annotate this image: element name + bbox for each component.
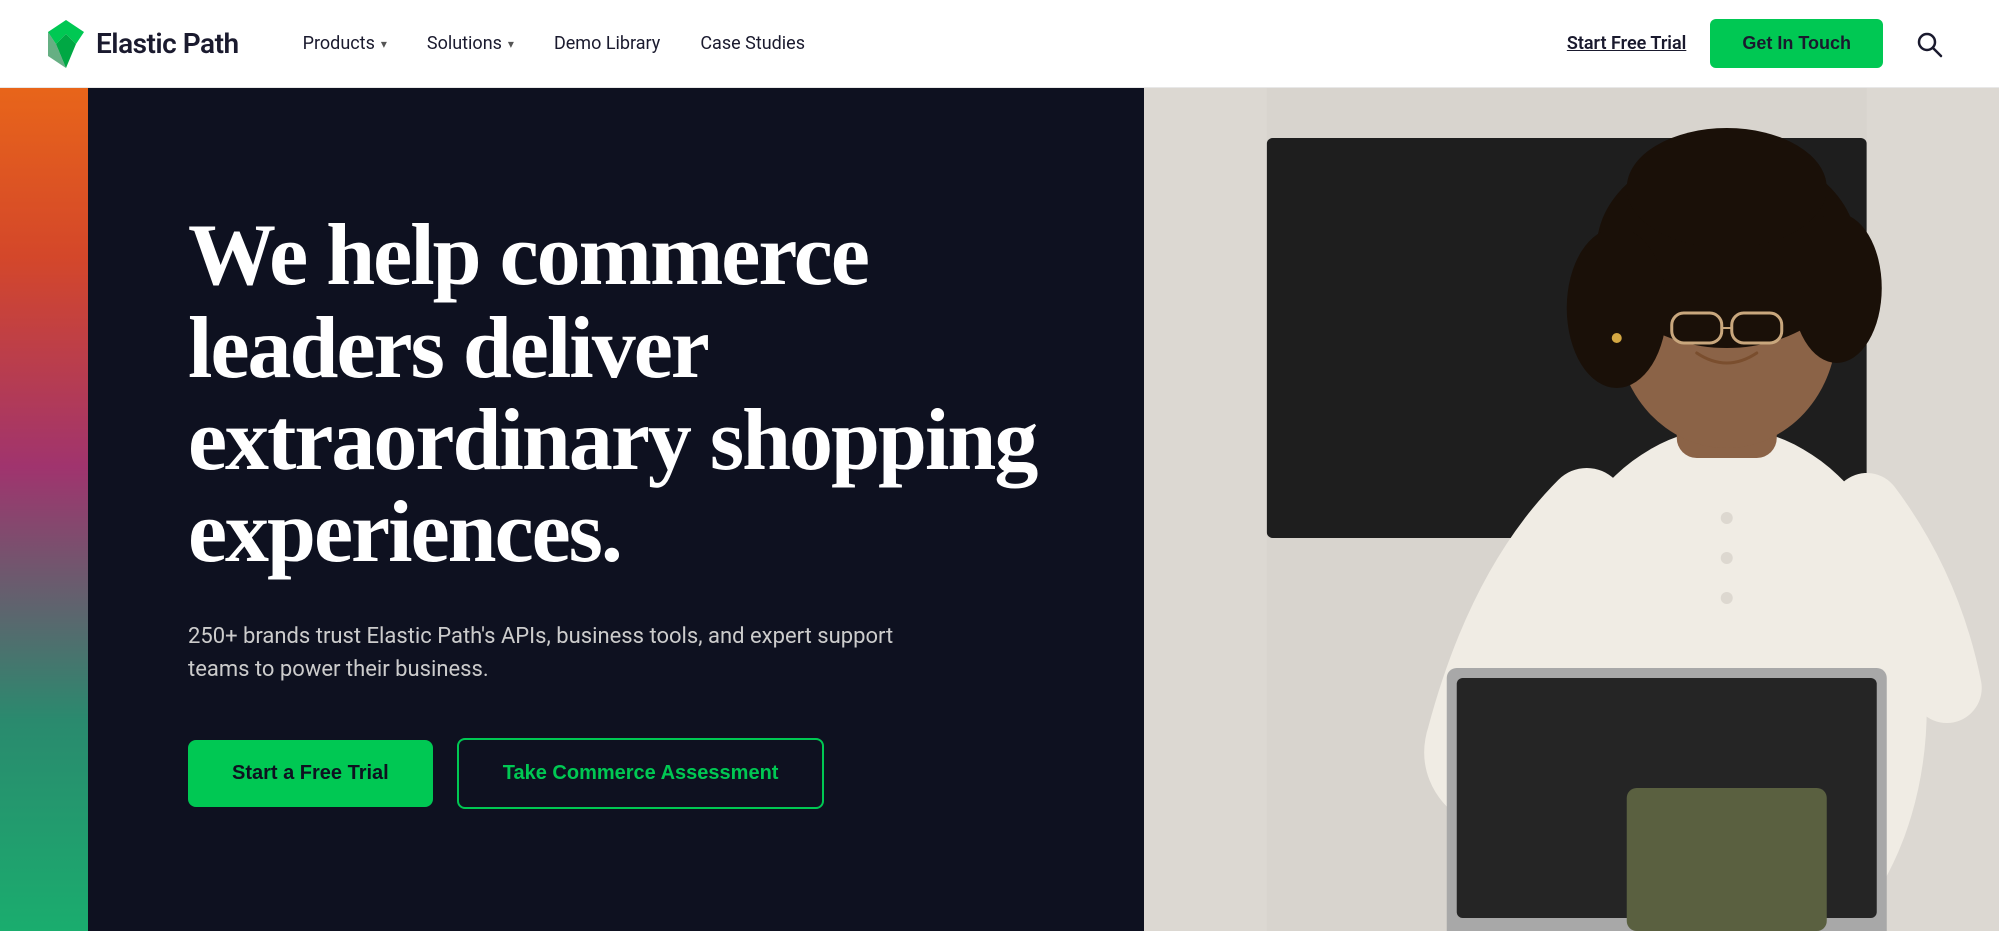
chevron-down-icon: ▾ xyxy=(381,37,387,51)
navbar: Elastic Path Products ▾ Solutions ▾ Demo… xyxy=(0,0,1999,88)
nav-label-products: Products xyxy=(303,33,375,54)
search-button[interactable] xyxy=(1907,22,1951,66)
start-free-trial-button[interactable]: Start a Free Trial xyxy=(188,740,433,807)
hero-person-illustration xyxy=(1144,88,1999,931)
logo[interactable]: Elastic Path xyxy=(48,20,239,68)
start-free-trial-link[interactable]: Start Free Trial xyxy=(1567,33,1686,54)
navbar-right: Start Free Trial Get In Touch xyxy=(1567,19,1951,68)
hero-image xyxy=(1144,88,1999,931)
search-icon xyxy=(1915,30,1943,58)
hero-buttons: Start a Free Trial Take Commerce Assessm… xyxy=(188,738,1044,809)
nav-label-solutions: Solutions xyxy=(427,33,502,54)
hero-section: We help commerce leaders deliver extraor… xyxy=(0,88,1999,931)
hero-headline: We help commerce leaders deliver extraor… xyxy=(188,210,1044,580)
nav-item-solutions[interactable]: Solutions ▾ xyxy=(411,25,530,62)
navbar-left: Elastic Path Products ▾ Solutions ▾ Demo… xyxy=(48,20,821,68)
nav-item-demo-library[interactable]: Demo Library xyxy=(538,25,676,62)
hero-content: We help commerce leaders deliver extraor… xyxy=(88,88,1144,931)
hero-subtext: 250+ brands trust Elastic Path's APIs, b… xyxy=(188,620,908,686)
logo-text: Elastic Path xyxy=(96,27,239,60)
nav-links: Products ▾ Solutions ▾ Demo Library Case… xyxy=(287,25,821,62)
nav-item-products[interactable]: Products ▾ xyxy=(287,25,403,62)
take-commerce-assessment-button[interactable]: Take Commerce Assessment xyxy=(457,738,825,809)
nav-label-demo-library: Demo Library xyxy=(554,33,660,54)
nav-item-case-studies[interactable]: Case Studies xyxy=(684,25,821,62)
chevron-down-icon: ▾ xyxy=(508,37,514,51)
nav-label-case-studies: Case Studies xyxy=(700,33,805,54)
get-in-touch-button[interactable]: Get In Touch xyxy=(1710,19,1883,68)
logo-icon xyxy=(48,20,84,68)
hero-accent-bar xyxy=(0,88,88,931)
